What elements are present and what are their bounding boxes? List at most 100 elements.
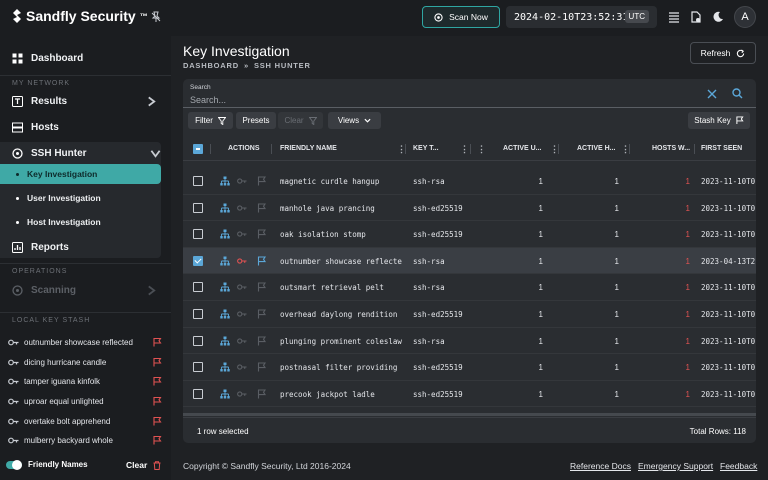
row-checkbox[interactable] bbox=[193, 282, 203, 293]
key-icon[interactable] bbox=[237, 336, 247, 346]
friendly-name-link[interactable]: magnetic curdle hangup bbox=[280, 177, 402, 186]
row-checkbox[interactable] bbox=[193, 229, 203, 240]
select-all-checkbox[interactable] bbox=[193, 144, 203, 154]
pin-icon[interactable] bbox=[150, 11, 162, 23]
breadcrumb-dashboard[interactable]: DASHBOARD bbox=[183, 61, 239, 70]
hierarchy-icon[interactable] bbox=[220, 256, 230, 266]
hierarchy-icon[interactable] bbox=[220, 309, 230, 319]
friendly-name-link[interactable]: manhole java prancing bbox=[280, 204, 402, 213]
row-checkbox[interactable] bbox=[193, 176, 203, 186]
flag-icon[interactable] bbox=[257, 203, 267, 213]
column-menu-icon[interactable]: ⋮ bbox=[460, 144, 469, 155]
tasks-icon[interactable] bbox=[668, 11, 680, 23]
friendly-name-link[interactable]: overhead daylong rendition bbox=[280, 310, 402, 319]
sidebar-item-scanning[interactable]: Scanning bbox=[0, 279, 171, 301]
search-input[interactable] bbox=[190, 94, 670, 106]
hierarchy-icon[interactable] bbox=[220, 336, 230, 346]
friendly-name-link[interactable]: plunging prominent coleslaw bbox=[280, 337, 402, 346]
scan-now-button[interactable]: Scan Now bbox=[422, 6, 500, 28]
row-checkbox[interactable] bbox=[193, 309, 203, 319]
table-row[interactable]: manhole java prancing ssh-ed25519 1 1 1 2023-… bbox=[183, 195, 756, 222]
row-checkbox[interactable] bbox=[193, 202, 203, 213]
table-row[interactable]: precook jackpot ladle ssh-ed25519 1 1 1 2023-… bbox=[183, 381, 756, 408]
sidebar-item-reports[interactable]: Reports bbox=[0, 236, 171, 258]
unstash-flag-icon[interactable] bbox=[153, 337, 162, 347]
key-icon[interactable] bbox=[237, 309, 247, 319]
clear-filter-button[interactable]: Clear bbox=[278, 112, 323, 129]
stash-item[interactable]: dicing hurricane candle bbox=[8, 354, 162, 370]
close-icon[interactable] bbox=[707, 89, 717, 99]
stash-item[interactable]: mulberry backyard whole bbox=[8, 432, 162, 448]
table-row[interactable]: outnumber showcase reflecte ssh-rsa 1 1 1 202… bbox=[183, 247, 756, 275]
key-icon[interactable] bbox=[237, 282, 247, 292]
key-icon[interactable] bbox=[237, 389, 247, 399]
sidebar-item-dashboard[interactable]: Dashboard bbox=[0, 47, 171, 69]
sidebar-item-key-investigation[interactable]: Key Investigation bbox=[0, 164, 161, 184]
sidebar-item-ssh-hunter[interactable]: SSH Hunter bbox=[0, 142, 171, 164]
friendly-name-link[interactable]: oak isolation stomp bbox=[280, 230, 402, 239]
table-row[interactable]: outsmart retrieval pelt ssh-rsa 1 1 1 2023-11… bbox=[183, 274, 756, 301]
emergency-support-link[interactable]: Emergency Support bbox=[638, 461, 713, 471]
column-hosts-with[interactable]: HOSTS W... bbox=[652, 145, 690, 152]
table-row[interactable]: plunging prominent coleslaw ssh-rsa 1 1 1 202… bbox=[183, 328, 756, 355]
document-icon[interactable] bbox=[690, 11, 702, 23]
column-active-hosts[interactable]: ACTIVE H... bbox=[577, 145, 616, 152]
flag-icon[interactable] bbox=[257, 389, 267, 399]
column-first-seen[interactable]: FIRST SEEN bbox=[701, 145, 742, 152]
flag-icon[interactable] bbox=[257, 256, 267, 266]
flag-icon[interactable] bbox=[257, 176, 267, 186]
sidebar-item-results[interactable]: Results bbox=[0, 90, 171, 112]
table-row[interactable]: postnasal filter providing ssh-ed25519 1 1 1… bbox=[183, 354, 756, 381]
friendly-name-link[interactable]: postnasal filter providing bbox=[280, 363, 402, 372]
refresh-button[interactable]: Refresh bbox=[690, 42, 756, 64]
column-active-users[interactable]: ACTIVE U... bbox=[503, 145, 542, 152]
unstash-flag-icon[interactable] bbox=[153, 396, 162, 406]
hierarchy-icon[interactable] bbox=[220, 389, 230, 399]
views-button[interactable]: Views bbox=[328, 112, 381, 129]
column-menu-icon[interactable]: ⋮ bbox=[477, 144, 486, 155]
table-row[interactable]: overhead daylong rendition ssh-ed25519 1 1 1… bbox=[183, 301, 756, 328]
stash-item[interactable]: outnumber showcase reflected bbox=[8, 334, 162, 350]
row-checkbox[interactable] bbox=[193, 255, 203, 266]
key-icon[interactable] bbox=[237, 203, 247, 213]
unstash-flag-icon[interactable] bbox=[153, 376, 162, 386]
row-checkbox[interactable] bbox=[193, 388, 203, 399]
brand[interactable]: Sandfly Security ™ bbox=[12, 8, 148, 24]
flag-icon[interactable] bbox=[257, 362, 267, 372]
hierarchy-icon[interactable] bbox=[220, 176, 230, 186]
unstash-flag-icon[interactable] bbox=[153, 416, 162, 426]
flag-icon[interactable] bbox=[257, 336, 267, 346]
presets-button[interactable]: Presets bbox=[236, 112, 276, 129]
hierarchy-icon[interactable] bbox=[220, 362, 230, 372]
friendly-name-link[interactable]: outnumber showcase reflecte bbox=[280, 257, 402, 266]
reference-docs-link[interactable]: Reference Docs bbox=[570, 461, 631, 471]
flag-icon[interactable] bbox=[257, 229, 267, 239]
search-icon[interactable] bbox=[732, 88, 743, 99]
sidebar-item-user-investigation[interactable]: User Investigation bbox=[0, 188, 171, 208]
row-checkbox[interactable] bbox=[193, 362, 203, 373]
filter-button[interactable]: Filter bbox=[188, 112, 233, 129]
toggle-switch[interactable] bbox=[6, 459, 22, 470]
clear-stash-button[interactable]: Clear bbox=[126, 460, 161, 470]
sidebar-item-host-investigation[interactable]: Host Investigation bbox=[0, 212, 171, 232]
stash-item[interactable]: overtake bolt apprehend bbox=[8, 413, 162, 429]
feedback-link[interactable]: Feedback bbox=[720, 461, 757, 471]
friendly-name-link[interactable]: precook jackpot ladle bbox=[280, 390, 402, 399]
friendly-name-link[interactable]: outsmart retrieval pelt bbox=[280, 283, 402, 292]
table-row[interactable]: oak isolation stomp ssh-ed25519 1 1 1 2023-11… bbox=[183, 221, 756, 248]
key-icon[interactable] bbox=[237, 256, 247, 266]
stash-item[interactable]: uproar equal unlighted bbox=[8, 393, 162, 409]
hierarchy-icon[interactable] bbox=[220, 203, 230, 213]
unstash-flag-icon[interactable] bbox=[153, 357, 162, 367]
key-icon[interactable] bbox=[237, 362, 247, 372]
flag-icon[interactable] bbox=[257, 309, 267, 319]
horizontal-scrollbar[interactable] bbox=[183, 413, 756, 416]
column-friendly-name[interactable]: FRIENDLY NAME bbox=[280, 145, 337, 152]
row-checkbox[interactable] bbox=[193, 335, 203, 346]
hierarchy-icon[interactable] bbox=[220, 282, 230, 292]
hierarchy-icon[interactable] bbox=[220, 229, 230, 239]
stash-key-button[interactable]: Stash Key bbox=[688, 112, 750, 129]
flag-icon[interactable] bbox=[257, 282, 267, 292]
key-icon[interactable] bbox=[237, 229, 247, 239]
friendly-names-toggle[interactable]: Friendly Names bbox=[6, 459, 88, 470]
